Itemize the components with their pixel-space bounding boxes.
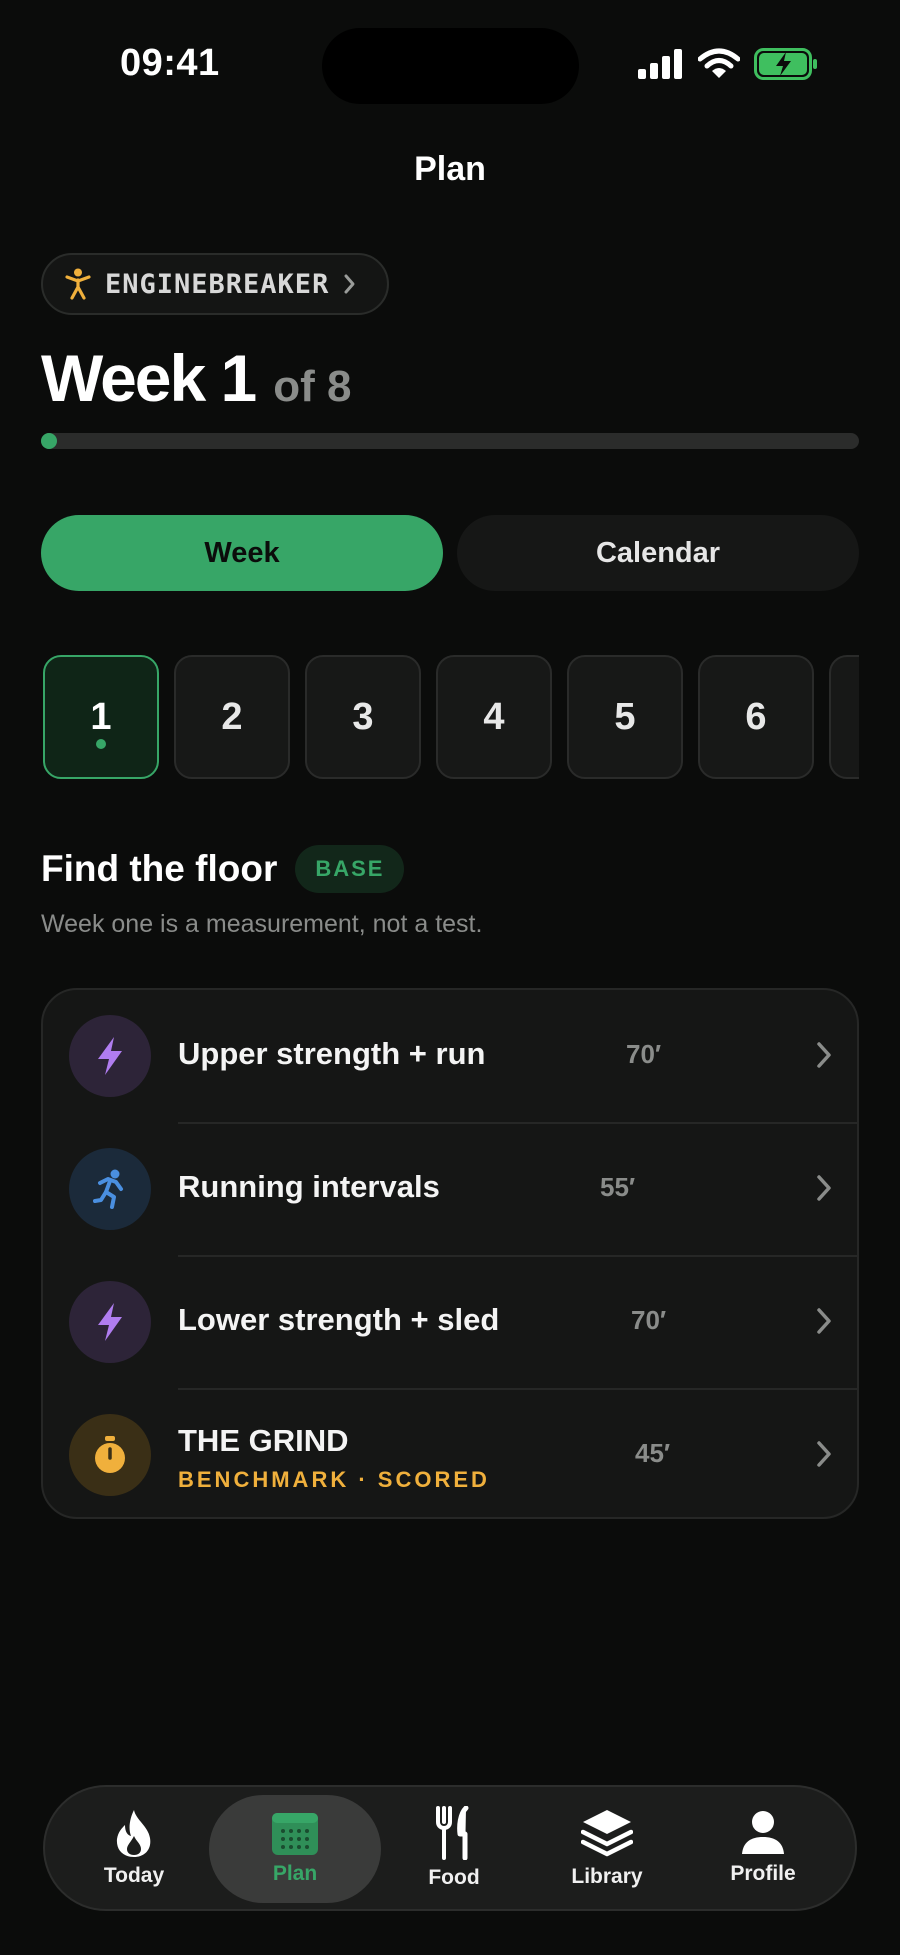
page-title: Plan (414, 150, 486, 188)
chevron-right-icon (817, 1175, 831, 1201)
workout-list: Upper strength + run 70′ Running interva… (41, 988, 859, 1519)
phase-subtitle: Week one is a measurement, not a test. (41, 910, 483, 938)
segment-week-button[interactable]: Week (41, 515, 443, 591)
chevron-right-icon (817, 1042, 831, 1068)
workout-icon-circle (69, 1015, 151, 1097)
week-chip-number: 3 (352, 695, 374, 738)
week-chip-number: 5 (614, 695, 636, 738)
current-week-dot (96, 739, 106, 749)
status-time: 09:41 (120, 42, 220, 84)
dynamic-island (322, 28, 579, 104)
workout-row[interactable]: Running intervals 55′ (43, 1123, 857, 1255)
tab-label: Food (428, 1866, 480, 1889)
stopwatch-icon (95, 1436, 125, 1473)
program-progress-fill (41, 433, 57, 449)
phase-header: Find the floor BASE (41, 845, 405, 893)
week-chip[interactable]: 1 (43, 655, 159, 779)
week-chip-number: 2 (221, 695, 243, 738)
program-name: ENGINEBREAKER (105, 268, 330, 300)
week-selector: 1 2 3 4 5 6 (41, 655, 859, 779)
tab-plan[interactable]: Plan (209, 1795, 381, 1903)
battery-icon (754, 48, 817, 80)
wifi-icon (698, 48, 740, 78)
workout-row[interactable]: THE GRIND BENCHMARK · SCORED 45′ (43, 1389, 857, 1517)
workout-row[interactable]: Upper strength + run 70′ (43, 990, 857, 1122)
status-bar: 09:41 (0, 0, 900, 130)
person-arms-up-icon (65, 268, 91, 300)
workout-title: THE GRIND (178, 1423, 349, 1458)
workout-duration: 45′ (635, 1438, 671, 1468)
chevron-right-icon (344, 274, 355, 294)
program-progress-bar (41, 433, 859, 449)
workout-icon-circle (69, 1414, 151, 1496)
tab-today[interactable]: Today (65, 1787, 203, 1909)
tab-label: Library (571, 1865, 643, 1888)
flame-icon (116, 1810, 151, 1857)
tab-label: Today (103, 1864, 165, 1887)
chevron-right-icon (817, 1441, 831, 1467)
week-chip-number: 4 (483, 695, 505, 738)
runner-icon (93, 1169, 123, 1209)
workout-title: Upper strength + run (178, 1036, 486, 1071)
week-chip[interactable]: 5 (567, 655, 683, 779)
workout-row[interactable]: Lower strength + sled 70′ (43, 1256, 857, 1388)
chevron-right-icon (817, 1308, 831, 1334)
tab-library[interactable]: Library (537, 1787, 677, 1909)
total-weeks-label: of 8 (273, 362, 352, 411)
week-chip[interactable]: 2 (174, 655, 290, 779)
workout-title: Lower strength + sled (178, 1302, 500, 1337)
layers-icon (581, 1810, 633, 1857)
current-week-label: Week 1 (41, 341, 257, 415)
week-chip[interactable]: 3 (305, 655, 421, 779)
segment-calendar-button[interactable]: Calendar (457, 515, 859, 591)
calendar-icon (272, 1813, 318, 1855)
person-icon (742, 1811, 784, 1854)
workout-duration: 55′ (600, 1172, 636, 1202)
tab-label: Plan (272, 1862, 318, 1885)
week-chip[interactable] (829, 655, 859, 779)
week-chip[interactable]: 4 (436, 655, 552, 779)
tab-food[interactable]: Food (385, 1787, 523, 1909)
week-heading: Week 1 of 8 (41, 340, 352, 416)
tab-label: Profile (730, 1862, 796, 1885)
program-selector[interactable]: ENGINEBREAKER (41, 253, 390, 315)
workout-duration: 70′ (626, 1039, 662, 1069)
phase-title: Find the floor (41, 848, 278, 889)
tab-profile[interactable]: Profile (693, 1787, 833, 1909)
workout-title: Running intervals (178, 1169, 440, 1204)
fork-knife-icon (436, 1806, 469, 1860)
workout-duration: 70′ (631, 1305, 667, 1335)
week-chip[interactable]: 6 (698, 655, 814, 779)
workout-icon-circle (69, 1281, 151, 1363)
tab-bar: Today Plan Food Library Profile (43, 1785, 857, 1911)
workout-icon-circle (69, 1148, 151, 1230)
status-icons (638, 48, 818, 80)
week-chip-number: 6 (745, 695, 767, 738)
week-chip-number: 1 (90, 695, 112, 738)
signal-icon (638, 49, 682, 79)
bolt-icon (98, 1303, 122, 1341)
phase-badge: BASE (295, 845, 405, 893)
bolt-icon (98, 1037, 122, 1075)
workout-subtitle: BENCHMARK · SCORED (178, 1467, 490, 1492)
